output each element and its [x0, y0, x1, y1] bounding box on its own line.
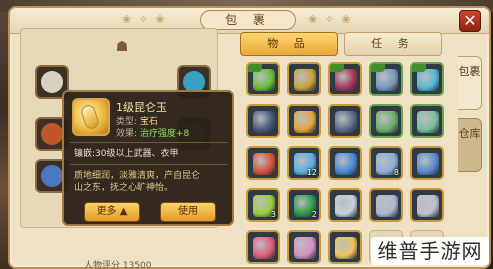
robe-icon: ☗	[115, 39, 129, 55]
bound-badge	[330, 64, 344, 72]
inventory-slot[interactable]	[246, 230, 280, 264]
inventory-slot[interactable]	[246, 146, 280, 180]
scroll-icon	[417, 111, 439, 133]
diamond-icon	[376, 195, 398, 217]
inventory-slot[interactable]	[328, 188, 362, 222]
inventory-slot[interactable]	[410, 104, 444, 138]
item-effect: 效果: 治疗强度+8	[116, 129, 190, 139]
crystal-icon	[335, 153, 357, 175]
inventory-slot[interactable]	[328, 104, 362, 138]
inventory-slot[interactable]	[410, 146, 444, 180]
pink-orb-icon	[294, 237, 316, 259]
close-button[interactable]: ✕	[459, 10, 481, 32]
armor-icon	[376, 69, 398, 91]
item-name: 1级昆仑玉	[116, 101, 167, 114]
kunlun-jade-icon	[335, 237, 357, 259]
inventory-slot[interactable]: 12	[287, 146, 321, 180]
stack-count: 3	[270, 210, 276, 219]
title-ornament-right: ❀ ✧ ❀	[308, 13, 353, 26]
side-tab-bag[interactable]: 包裹	[458, 56, 482, 110]
boots-icon	[253, 111, 275, 133]
item-description-line1: 质地细润，淡雅清爽，产自昆仑	[74, 171, 201, 181]
inventory-slot[interactable]	[410, 188, 444, 222]
item-tooltip: 1级昆仑玉 类型: 宝石 效果: 治疗强度+8 镶嵌:30级以上武器、衣甲 质地…	[62, 90, 234, 226]
boots-icon	[335, 111, 357, 133]
more-button[interactable]: 更多 ▲	[84, 202, 140, 222]
character-score: 人物评分 13500	[84, 261, 152, 269]
ring-icon	[417, 69, 439, 91]
diamond-icon	[417, 195, 439, 217]
inventory-slot[interactable]	[328, 230, 362, 264]
title-ornament-left: ❀ ✧ ❀	[122, 13, 167, 26]
armor-icon	[335, 69, 357, 91]
gem-icon	[294, 111, 316, 133]
stack-count: 8	[393, 168, 399, 177]
inventory-slot[interactable]	[410, 62, 444, 96]
tab-tasks[interactable]: 任 务	[344, 32, 442, 56]
tooltip-divider	[70, 142, 228, 143]
scroll-icon	[376, 111, 398, 133]
tab-items[interactable]: 物 品	[240, 32, 338, 56]
inventory-slot[interactable]: 3	[246, 188, 280, 222]
use-button[interactable]: 使用	[160, 202, 216, 222]
inventory-slot[interactable]	[369, 62, 403, 96]
inventory-slot[interactable]	[369, 104, 403, 138]
inventory-slot[interactable]	[246, 104, 280, 138]
inventory-slot[interactable]: 8	[369, 146, 403, 180]
item-inlay: 镶嵌:30级以上武器、衣甲	[74, 149, 179, 159]
inventory-slot[interactable]	[369, 188, 403, 222]
bound-badge	[248, 64, 262, 72]
fire-orb-icon	[253, 153, 275, 175]
side-tab-warehouse[interactable]: 仓库	[458, 118, 482, 172]
item-description-line2: 山之东，抚之心旷神怡。	[74, 183, 174, 193]
inventory-panel: 物 品 任 务 12 8 3 2	[236, 28, 454, 264]
inventory-slot[interactable]	[287, 230, 321, 264]
bound-badge	[412, 64, 426, 72]
tooltip-divider	[70, 164, 228, 165]
stack-count: 12	[306, 168, 317, 177]
stack-count: 2	[311, 210, 317, 219]
watermark-logo: 维普手游网	[371, 237, 489, 265]
inventory-slot[interactable]	[287, 104, 321, 138]
red-orb-icon	[253, 237, 275, 259]
inventory-slot[interactable]: 2	[287, 188, 321, 222]
inventory-slot[interactable]	[328, 62, 362, 96]
kunlun-jade-icon	[72, 98, 110, 136]
gourd-icon	[294, 69, 316, 91]
window-title: 包 裹	[200, 10, 296, 30]
inventory-slot[interactable]	[328, 146, 362, 180]
inventory-slot[interactable]	[287, 62, 321, 96]
moon-blade-icon	[417, 153, 439, 175]
jade-pendant-icon	[253, 69, 275, 91]
diamond-icon	[335, 195, 357, 217]
inventory-slot[interactable]	[246, 62, 280, 96]
bound-badge	[371, 64, 385, 72]
